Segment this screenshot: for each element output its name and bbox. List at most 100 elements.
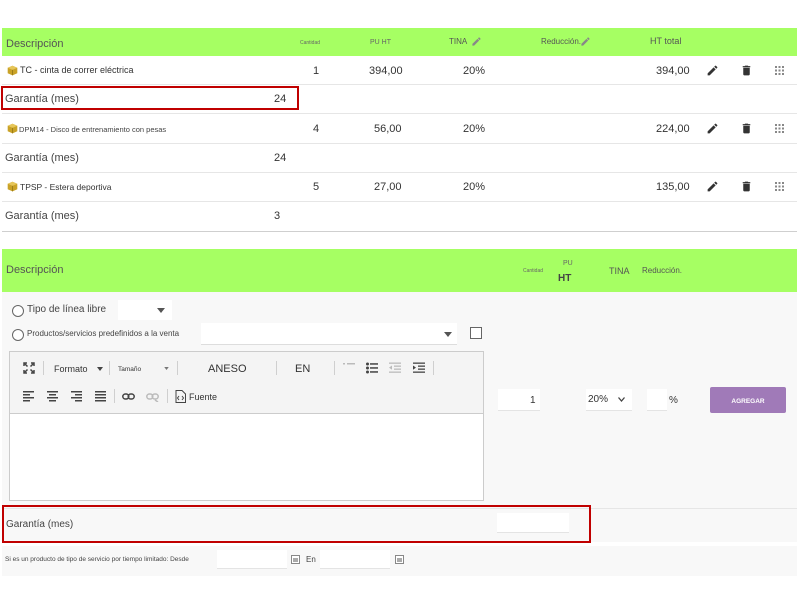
edit-line-icon[interactable] bbox=[706, 64, 719, 77]
add-header-pu: PU bbox=[563, 260, 573, 267]
product-select[interactable] bbox=[201, 323, 457, 345]
predefined-product-label: Productos/servicios predefinidos a la ve… bbox=[27, 329, 180, 338]
drag-handle-icon[interactable] bbox=[775, 124, 784, 133]
row3-pu: 27,00 bbox=[374, 181, 402, 193]
toolbar-separator bbox=[334, 361, 335, 375]
drag-handle-icon[interactable] bbox=[775, 182, 784, 191]
vat-value: 20% bbox=[588, 394, 609, 405]
product-box-icon bbox=[7, 181, 18, 192]
chevron-down-icon bbox=[97, 367, 103, 371]
source-button-label[interactable]: Fuente bbox=[189, 392, 217, 402]
row-divider bbox=[2, 201, 797, 202]
row2-product[interactable]: DPM14 - Disco de entrenamiento con pesas bbox=[19, 125, 166, 134]
to-label: En bbox=[306, 555, 316, 564]
header-reduction: Reducción. bbox=[541, 37, 582, 46]
free-line-label: Tipo de línea libre bbox=[27, 304, 107, 315]
drag-handle-icon[interactable] bbox=[775, 66, 784, 75]
row3-tina: 20% bbox=[463, 181, 486, 193]
chevron-down-icon bbox=[157, 308, 165, 313]
delete-line-icon[interactable] bbox=[740, 64, 753, 77]
indent-icon[interactable] bbox=[413, 362, 425, 374]
delete-line-icon[interactable] bbox=[740, 122, 753, 135]
row1-total: 394,00 bbox=[656, 65, 690, 77]
size-dropdown[interactable]: Tamaño bbox=[118, 366, 141, 373]
toolbar-separator bbox=[167, 389, 168, 403]
row3-qty: 5 bbox=[313, 181, 320, 193]
outdent-icon[interactable] bbox=[389, 362, 401, 374]
row-divider bbox=[2, 143, 797, 144]
chevron-down-icon bbox=[444, 332, 452, 337]
row2-attr-label: Garantía (mes) bbox=[5, 152, 79, 164]
header-description: Descripción bbox=[6, 38, 64, 50]
calendar-icon[interactable] bbox=[291, 555, 300, 564]
chevron-down-icon bbox=[164, 367, 169, 370]
service-period-label: Si es un producto de tipo de servicio po… bbox=[5, 556, 189, 563]
source-code-icon[interactable] bbox=[175, 390, 186, 403]
date-from-input[interactable] bbox=[217, 550, 287, 569]
toolbar-separator bbox=[433, 361, 434, 375]
free-line-radio[interactable] bbox=[12, 305, 24, 317]
reduction-input[interactable] bbox=[647, 389, 667, 411]
bulleted-list-icon[interactable] bbox=[366, 362, 378, 374]
percent-label: % bbox=[669, 395, 678, 406]
align-justify-icon[interactable] bbox=[95, 391, 106, 402]
row1-tina: 20% bbox=[463, 65, 486, 77]
table-bottom-border bbox=[2, 231, 797, 232]
calendar-icon[interactable] bbox=[395, 555, 404, 564]
delete-line-icon[interactable] bbox=[740, 180, 753, 193]
format-dropdown[interactable]: Formato bbox=[54, 364, 88, 374]
header-tina: TINA bbox=[449, 37, 468, 46]
qty-value: 1 bbox=[530, 395, 536, 406]
row2-total: 224,00 bbox=[656, 123, 690, 135]
link-icon[interactable] bbox=[122, 391, 135, 402]
header-qty: Cantidad bbox=[300, 40, 321, 46]
numbered-list-icon[interactable] bbox=[343, 362, 355, 374]
toolbar-separator bbox=[109, 361, 110, 375]
row2-attr-value: 24 bbox=[274, 152, 287, 164]
add-button[interactable]: AGREGAR bbox=[710, 387, 786, 413]
row3-attr-value: 3 bbox=[274, 210, 281, 222]
row3-attr-label: Garantía (mes) bbox=[5, 210, 79, 222]
add-header-description: Descripción bbox=[6, 264, 64, 276]
product-box-icon bbox=[7, 123, 18, 134]
row1-product[interactable]: TC - cinta de correr eléctrica bbox=[20, 65, 134, 75]
edit-tina-icon[interactable] bbox=[471, 36, 482, 47]
row3-total: 135,00 bbox=[656, 181, 690, 193]
maximize-icon[interactable] bbox=[23, 362, 35, 374]
unlink-icon[interactable] bbox=[146, 391, 159, 402]
header-ht-total: HT total bbox=[650, 36, 682, 46]
toolbar-separator bbox=[177, 361, 178, 375]
add-header-tina: TINA bbox=[609, 266, 630, 276]
row-divider bbox=[2, 84, 797, 85]
toolbar-separator bbox=[276, 361, 277, 375]
product-box-icon bbox=[7, 65, 18, 76]
toolbar-separator bbox=[43, 361, 44, 375]
edit-line-icon[interactable] bbox=[706, 122, 719, 135]
highlight-warranty-row1 bbox=[1, 86, 299, 110]
row1-qty: 1 bbox=[313, 65, 320, 77]
chevron-down-icon bbox=[618, 397, 625, 402]
highlight-warranty-field bbox=[2, 505, 591, 543]
align-center-icon[interactable] bbox=[47, 391, 58, 402]
en-button[interactable]: EN bbox=[295, 363, 310, 375]
toolbar-separator bbox=[114, 389, 115, 403]
add-header-reduction: Reducción. bbox=[642, 266, 683, 275]
date-to-input[interactable] bbox=[320, 550, 390, 569]
edit-reduction-icon[interactable] bbox=[580, 36, 591, 47]
aneso-button[interactable]: ANESO bbox=[208, 363, 247, 375]
product-checkbox[interactable] bbox=[470, 327, 482, 339]
align-left-icon[interactable] bbox=[23, 391, 34, 402]
row2-qty: 4 bbox=[313, 123, 320, 135]
predefined-product-radio[interactable] bbox=[12, 329, 24, 341]
row2-tina: 20% bbox=[463, 123, 486, 135]
row3-product[interactable]: TPSP - Estera deportiva bbox=[20, 182, 112, 192]
row1-pu: 394,00 bbox=[369, 65, 403, 77]
header-pu-ht: PU HT bbox=[370, 39, 391, 46]
add-header-qty: Cantidad bbox=[523, 268, 544, 274]
align-right-icon[interactable] bbox=[71, 391, 82, 402]
row-divider bbox=[2, 113, 797, 114]
edit-line-icon[interactable] bbox=[706, 180, 719, 193]
row2-pu: 56,00 bbox=[374, 123, 402, 135]
add-header-ht: HT bbox=[558, 273, 572, 284]
add-button-label: AGREGAR bbox=[731, 398, 765, 405]
